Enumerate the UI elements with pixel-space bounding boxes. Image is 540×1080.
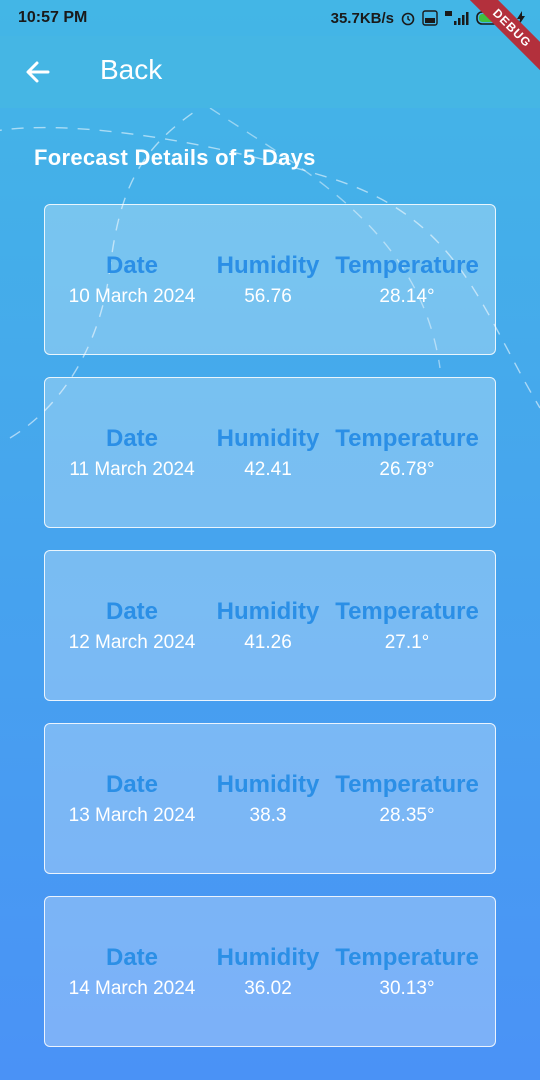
- date-label: Date: [105, 598, 159, 625]
- volte-icon: [422, 10, 438, 26]
- back-button[interactable]: Back: [100, 54, 162, 86]
- humidity-column: Humidity 38.3: [211, 770, 325, 828]
- temperature-label: Temperature: [335, 944, 479, 971]
- humidity-value: 56.76: [244, 286, 292, 307]
- forecast-card: Date 13 March 2024 Humidity 38.3 Tempera…: [44, 723, 496, 874]
- date-value: 14 March 2024: [68, 978, 196, 999]
- humidity-column: Humidity 42.41: [211, 424, 325, 482]
- date-label: Date: [105, 425, 159, 452]
- humidity-label: Humidity: [216, 425, 320, 452]
- status-bar: 10:57 PM 35.7KB/s: [0, 0, 540, 36]
- forecast-card: Date 14 March 2024 Humidity 36.02 Temper…: [44, 896, 496, 1047]
- humidity-value: 41.26: [244, 632, 292, 653]
- date-value: 10 March 2024: [68, 286, 196, 307]
- temperature-column: Temperature 28.14°: [331, 251, 483, 309]
- date-column: Date 11 March 2024: [49, 424, 215, 482]
- forecast-card: Date 11 March 2024 Humidity 42.41 Temper…: [44, 377, 496, 528]
- date-label: Date: [105, 252, 159, 279]
- humidity-label: Humidity: [216, 944, 320, 971]
- date-column: Date 13 March 2024: [49, 770, 215, 828]
- app-bar: Back: [0, 36, 540, 108]
- humidity-value: 42.41: [244, 459, 292, 480]
- date-label: Date: [105, 771, 159, 798]
- date-column: Date 14 March 2024: [49, 943, 215, 1001]
- temperature-column: Temperature 26.78°: [331, 424, 483, 482]
- humidity-column: Humidity 41.26: [211, 597, 325, 655]
- back-arrow-icon[interactable]: [24, 58, 52, 86]
- signal-icon: [444, 10, 470, 26]
- temperature-value: 28.14°: [379, 286, 435, 307]
- temperature-label: Temperature: [335, 425, 479, 452]
- temperature-label: Temperature: [335, 771, 479, 798]
- temperature-column: Temperature 30.13°: [331, 943, 483, 1001]
- date-value: 13 March 2024: [68, 805, 196, 826]
- humidity-label: Humidity: [216, 252, 320, 279]
- section-title: Forecast Details of 5 Days: [34, 145, 316, 170]
- humidity-column: Humidity 56.76: [211, 251, 325, 309]
- network-speed: 35.7KB/s: [330, 9, 394, 27]
- date-column: Date 12 March 2024: [49, 597, 215, 655]
- temperature-label: Temperature: [335, 598, 479, 625]
- temperature-value: 26.78°: [379, 459, 435, 480]
- date-value: 11 March 2024: [69, 459, 195, 480]
- forecast-card: Date 12 March 2024 Humidity 41.26 Temper…: [44, 550, 496, 701]
- temperature-value: 28.35°: [379, 805, 435, 826]
- humidity-value: 38.3: [249, 805, 287, 826]
- temperature-value: 30.13°: [379, 978, 435, 999]
- temperature-label: Temperature: [335, 252, 479, 279]
- humidity-label: Humidity: [216, 771, 320, 798]
- status-time: 10:57 PM: [18, 9, 88, 26]
- temperature-value: 27.1°: [384, 632, 430, 653]
- alarm-icon: [400, 10, 416, 26]
- temperature-column: Temperature 27.1°: [331, 597, 483, 655]
- humidity-column: Humidity 36.02: [211, 943, 325, 1001]
- forecast-card: Date 10 March 2024 Humidity 56.76 Temper…: [44, 204, 496, 355]
- humidity-value: 36.02: [244, 978, 292, 999]
- humidity-label: Humidity: [216, 598, 320, 625]
- temperature-column: Temperature 28.35°: [331, 770, 483, 828]
- date-label: Date: [105, 944, 159, 971]
- date-value: 12 March 2024: [68, 632, 196, 653]
- date-column: Date 10 March 2024: [49, 251, 215, 309]
